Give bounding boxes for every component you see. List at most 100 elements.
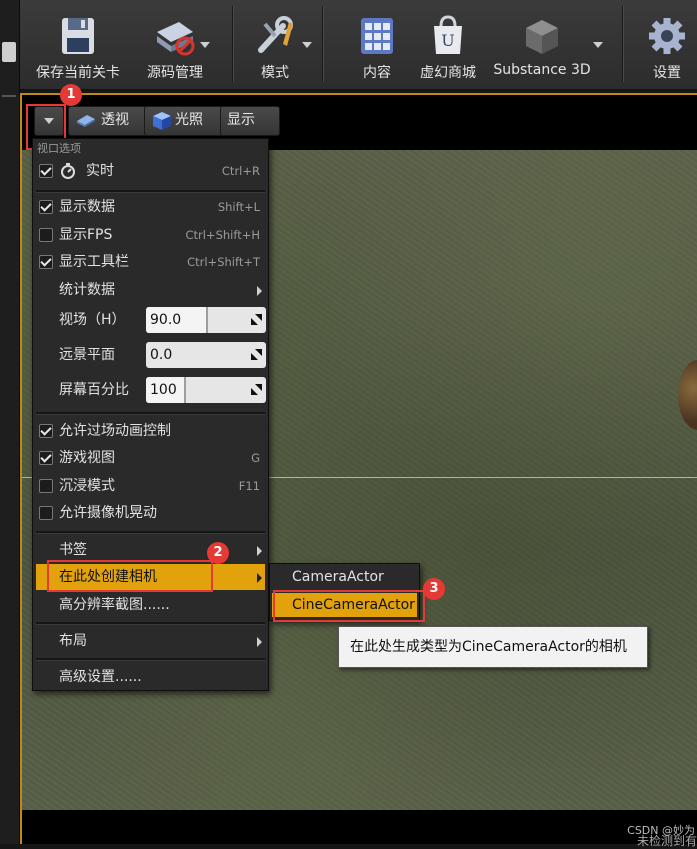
viewport-bottom-bar <box>22 810 697 844</box>
fov-slider-input[interactable]: 90.0 <box>146 307 266 333</box>
annotation-badge-3: 3 <box>423 578 445 600</box>
stopwatch-icon <box>61 163 75 179</box>
realtime-shortcut: Ctrl+R <box>221 164 260 178</box>
settings-label: 设置 <box>653 65 681 81</box>
annotation-badge-1: 1 <box>60 84 82 106</box>
left-panel-strip <box>0 0 20 844</box>
show-toolbar-checkbox[interactable] <box>39 255 53 269</box>
submenu-arrow-icon <box>257 573 262 583</box>
perspective-label: 透视 <box>101 112 129 128</box>
show-toolbar-label: 显示工具栏 <box>59 254 129 270</box>
save-level-label: 保存当前关卡 <box>36 65 120 81</box>
show-stats-shortcut: Shift+L <box>217 200 260 214</box>
lighting-label: 光照 <box>175 112 203 128</box>
screen-pct-value: 100 <box>150 382 177 398</box>
svg-text:U: U <box>441 31 454 50</box>
content-button[interactable]: 内容 <box>342 6 412 84</box>
show-toolbar-shortcut: Ctrl+Shift+T <box>187 255 260 269</box>
menu-item-fov: 视场（H） 90.0 <box>36 307 266 333</box>
substance-3d-button[interactable]: Substance 3D <box>488 6 596 84</box>
lit-cube-icon <box>153 112 171 130</box>
far-plane-value: 0.0 <box>150 347 173 363</box>
modes-dropdown-icon[interactable] <box>302 42 312 48</box>
content-label: 内容 <box>363 65 391 81</box>
settings-gear-icon <box>649 18 685 54</box>
fov-value: 90.0 <box>150 312 182 328</box>
realtime-checkbox[interactable] <box>39 164 53 178</box>
game-view-checkbox[interactable] <box>39 451 53 465</box>
menu-item-layout[interactable]: 布局 <box>36 628 265 654</box>
screen-pct-slider-input[interactable]: 100 <box>146 377 266 403</box>
show-label: 显示 <box>227 112 255 128</box>
menu-item-advanced-settings[interactable]: 高级设置...... <box>36 664 265 690</box>
marketplace-label: 虚幻商城 <box>420 65 476 81</box>
menu-separator <box>36 658 265 661</box>
advanced-settings-label: 高级设置...... <box>59 669 142 685</box>
menu-item-show-fps[interactable]: 显示FPS Ctrl+Shift+H <box>36 222 265 248</box>
menu-item-immersive[interactable]: 沉浸模式 F11 <box>36 473 265 499</box>
save-level-button[interactable]: 保存当前关卡 <box>22 6 134 84</box>
menu-separator <box>36 531 265 534</box>
hires-screenshot-label: 高分辨率截图...... <box>59 597 170 613</box>
settings-button[interactable]: 设置 <box>636 6 697 84</box>
camera-shake-label: 允许摄像机晃动 <box>59 505 157 521</box>
submenu-arrow-icon <box>257 546 262 556</box>
camera-shake-checkbox[interactable] <box>39 506 53 520</box>
immersive-label: 沉浸模式 <box>59 478 115 494</box>
show-fps-checkbox[interactable] <box>39 228 53 242</box>
show-button[interactable]: 显示 <box>220 106 280 136</box>
far-plane-slider-input[interactable]: 0.0 <box>146 342 266 368</box>
layout-label: 布局 <box>59 633 87 649</box>
menu-item-allow-cinematic[interactable]: 允许过场动画控制 <box>36 418 265 444</box>
menu-item-stats[interactable]: 统计数据 <box>36 277 265 303</box>
show-stats-label: 显示数据 <box>59 199 115 215</box>
highlight-box-3 <box>273 590 425 622</box>
content-grid-icon <box>361 18 393 54</box>
menu-item-show-toolbar[interactable]: 显示工具栏 Ctrl+Shift+T <box>36 249 265 275</box>
substance-dropdown-icon[interactable] <box>593 42 603 48</box>
show-stats-checkbox[interactable] <box>39 200 53 214</box>
stats-label: 统计数据 <box>59 282 115 298</box>
allow-cinematic-checkbox[interactable] <box>39 424 53 438</box>
menu-separator <box>36 622 265 625</box>
show-fps-label: 显示FPS <box>59 227 113 243</box>
menu-header: 视口选项 <box>37 142 81 155</box>
toolbar-separator <box>622 6 623 82</box>
game-view-shortcut: G <box>251 451 260 465</box>
submenu-arrow-icon <box>257 286 262 296</box>
modes-button[interactable]: 模式 <box>240 6 310 84</box>
panel-divider <box>2 95 16 97</box>
immersive-checkbox[interactable] <box>39 479 53 493</box>
submenu-arrow-icon <box>257 637 262 647</box>
tooltip: 在此处生成类型为CineCameraActor的相机 <box>338 626 648 668</box>
menu-item-show-stats[interactable]: 显示数据 Shift+L <box>36 194 265 220</box>
modes-label: 模式 <box>261 65 289 81</box>
immersive-shortcut: F11 <box>238 479 260 493</box>
panel-tab-handle[interactable] <box>2 42 16 62</box>
realtime-label: 实时 <box>86 163 114 179</box>
fov-label: 视场（H） <box>59 312 126 328</box>
source-control-dropdown-icon[interactable] <box>200 42 210 48</box>
menu-item-realtime[interactable]: 实时 Ctrl+R <box>36 158 265 184</box>
menu-item-game-view[interactable]: 游戏视图 G <box>36 445 265 471</box>
viewport-options-menu: 视口选项 实时 Ctrl+R 显示数据 Shift+L 显示FPS Ctrl+S… <box>32 138 269 691</box>
substance-cube-icon <box>526 20 558 54</box>
spin-arrows-icon[interactable] <box>251 349 262 360</box>
marketplace-bag-icon: U <box>434 15 462 54</box>
source-control-label: 源码管理 <box>147 65 203 81</box>
viewport-status-text: 未检测到有 <box>636 834 697 848</box>
toolbar-separator <box>322 6 323 82</box>
toolbar-separator <box>232 6 233 82</box>
main-toolbar: 保存当前关卡 源码管理 模式 内容 U 虚幻商城 Substance 3D 设置 <box>0 0 697 90</box>
menu-item-screen-percentage: 屏幕百分比 100 <box>36 377 266 403</box>
menu-item-hires-screenshot[interactable]: 高分辨率截图...... <box>36 592 265 618</box>
substance-3d-label: Substance 3D <box>493 62 591 78</box>
spin-arrows-icon[interactable] <box>251 384 262 395</box>
menu-item-camera-shake[interactable]: 允许摄像机晃动 <box>36 500 265 526</box>
marketplace-button[interactable]: U 虚幻商城 <box>414 6 482 84</box>
show-fps-shortcut: Ctrl+Shift+H <box>185 228 260 242</box>
highlight-box-2 <box>47 560 213 592</box>
menu-item-far-plane: 远景平面 0.0 <box>36 342 266 368</box>
submenu-item-camera-actor[interactable]: CameraActor <box>272 565 417 589</box>
spin-arrows-icon[interactable] <box>251 314 262 325</box>
